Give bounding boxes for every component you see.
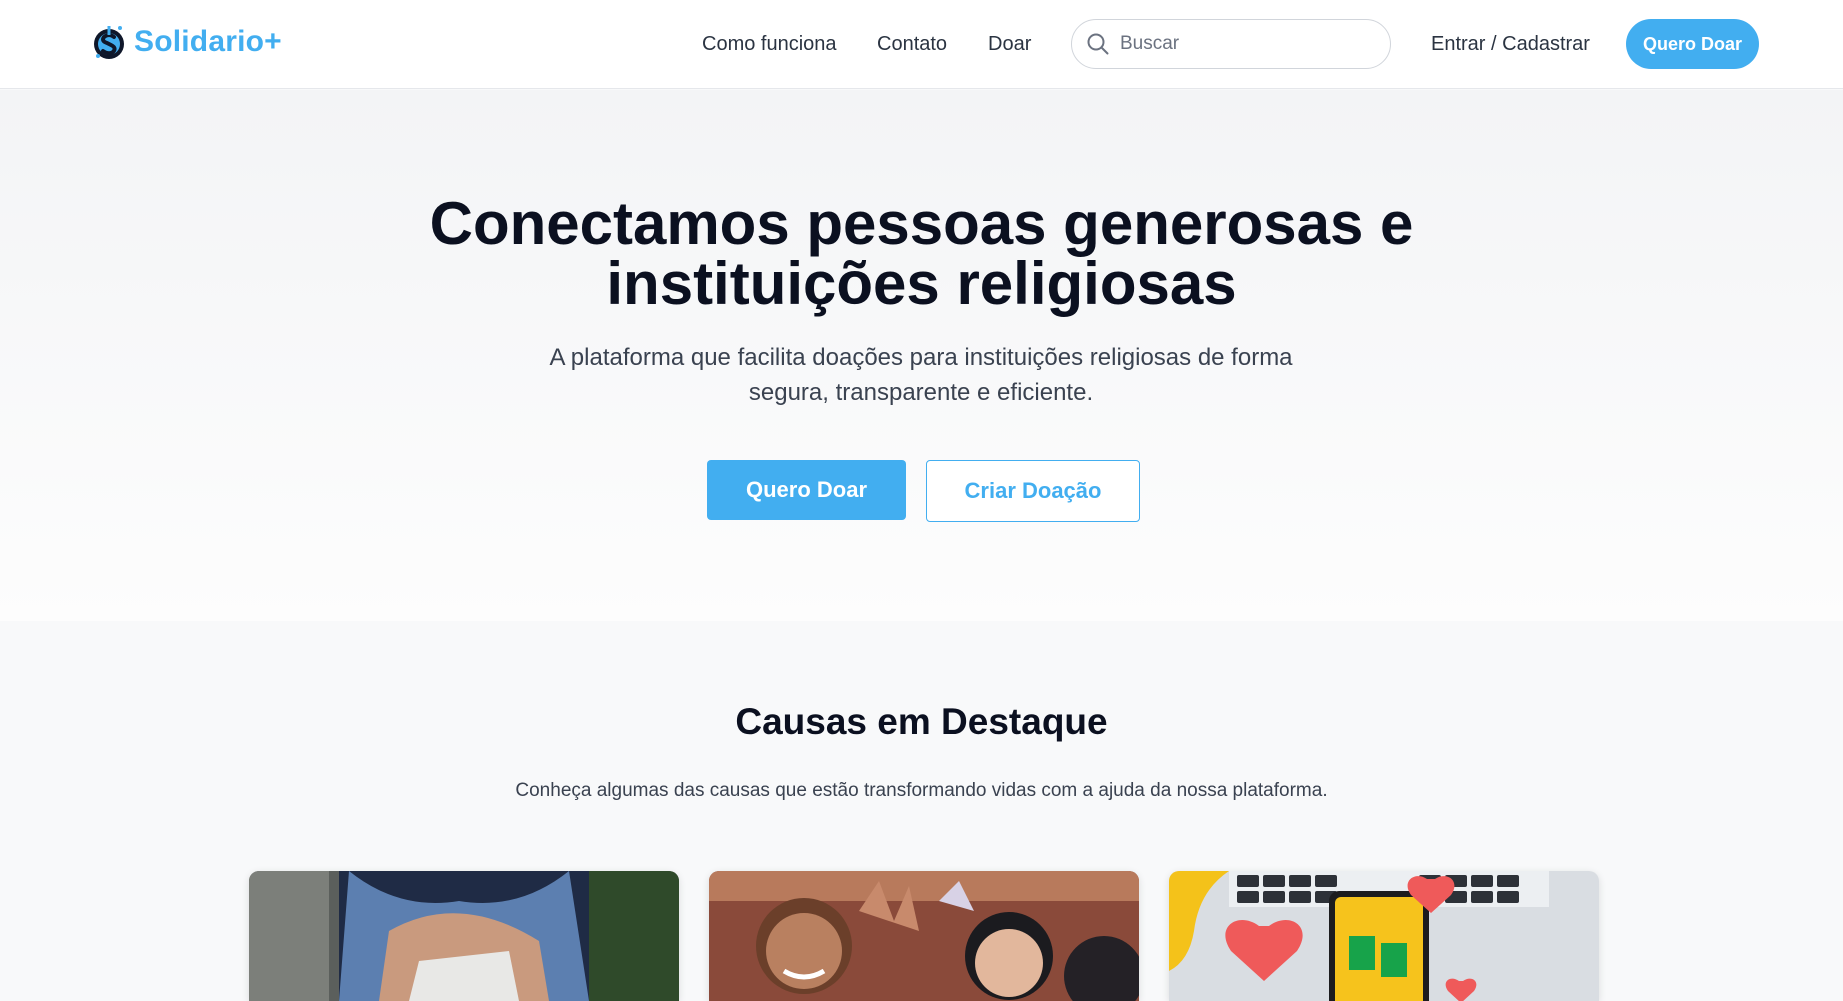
featured-causes-subtitle: Conheça algumas das causas que estão tra… bbox=[515, 780, 1328, 801]
nav-doar[interactable]: Doar bbox=[988, 33, 1031, 56]
hero-subtitle: A plataforma que facilita doações para i… bbox=[549, 344, 1293, 406]
search-box[interactable] bbox=[1071, 19, 1391, 69]
criar-doacao-button[interactable]: Criar Doação bbox=[926, 460, 1140, 522]
quero-doar-header-button[interactable]: Quero Doar bbox=[1626, 19, 1759, 69]
featured-causes-title: Causas em Destaque bbox=[735, 701, 1108, 742]
brand-logo[interactable]: Solidario+ bbox=[92, 22, 282, 62]
top-navbar: Solidario+ Como funciona Contato Doar En… bbox=[0, 0, 1843, 89]
nav-como-funciona[interactable]: Como funciona bbox=[702, 33, 837, 56]
hero-title: Conectamos pessoas generosas e instituiç… bbox=[429, 190, 1414, 317]
quero-doar-button[interactable]: Quero Doar bbox=[707, 460, 906, 520]
search-icon bbox=[1087, 33, 1109, 55]
dollar-logo-icon bbox=[94, 26, 124, 59]
hero-section: Conectamos pessoas generosas e instituiç… bbox=[0, 90, 1843, 621]
brand-name: Solidario+ bbox=[134, 25, 282, 58]
search-input[interactable] bbox=[1120, 33, 1360, 55]
login-register-link[interactable]: Entrar / Cadastrar bbox=[1431, 33, 1590, 56]
nav-contato[interactable]: Contato bbox=[877, 33, 947, 56]
